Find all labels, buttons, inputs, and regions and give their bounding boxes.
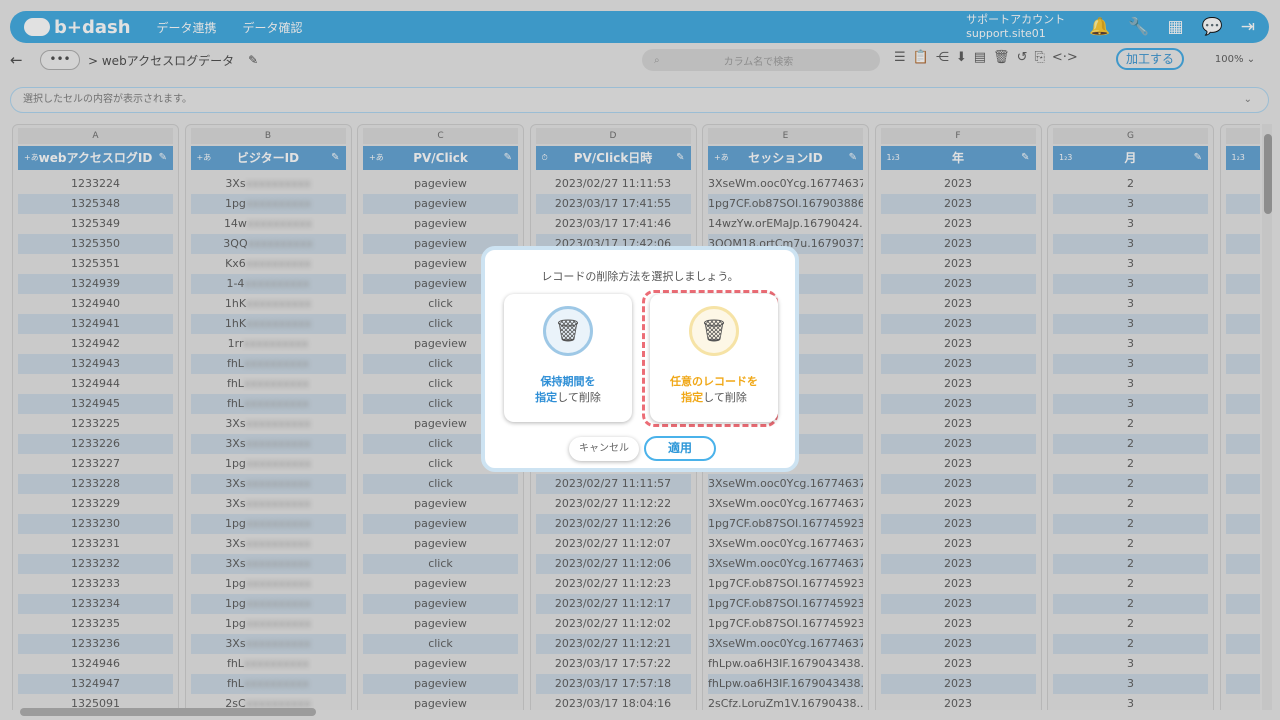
option1-line1: 保持期間を (540, 375, 596, 388)
dialog-title: レコードの削除方法を選択しましょう。 (541, 270, 739, 283)
delete-method-dialog: レコードの削除方法を選択しましょう。 🗑 保持期間を 指定して削除 🗑 任意のレ… (481, 246, 799, 472)
option-select-records[interactable]: 🗑 任意のレコードを 指定して削除 (650, 294, 778, 422)
apply-button[interactable]: 適用 (644, 436, 716, 461)
option2-line1: 任意のレコードを (670, 375, 758, 388)
cancel-button[interactable]: キャンセル (569, 437, 639, 461)
option2-rest: して削除 (703, 391, 747, 404)
option2-highlight: 指定 (681, 391, 704, 404)
option1-rest: して削除 (557, 391, 601, 404)
trash-check-icon: 🗑 (689, 306, 739, 356)
option-retention-period[interactable]: 🗑 保持期間を 指定して削除 (504, 294, 632, 422)
trash-clock-icon: 🗑 (543, 306, 593, 356)
option1-highlight: 指定 (535, 391, 558, 404)
